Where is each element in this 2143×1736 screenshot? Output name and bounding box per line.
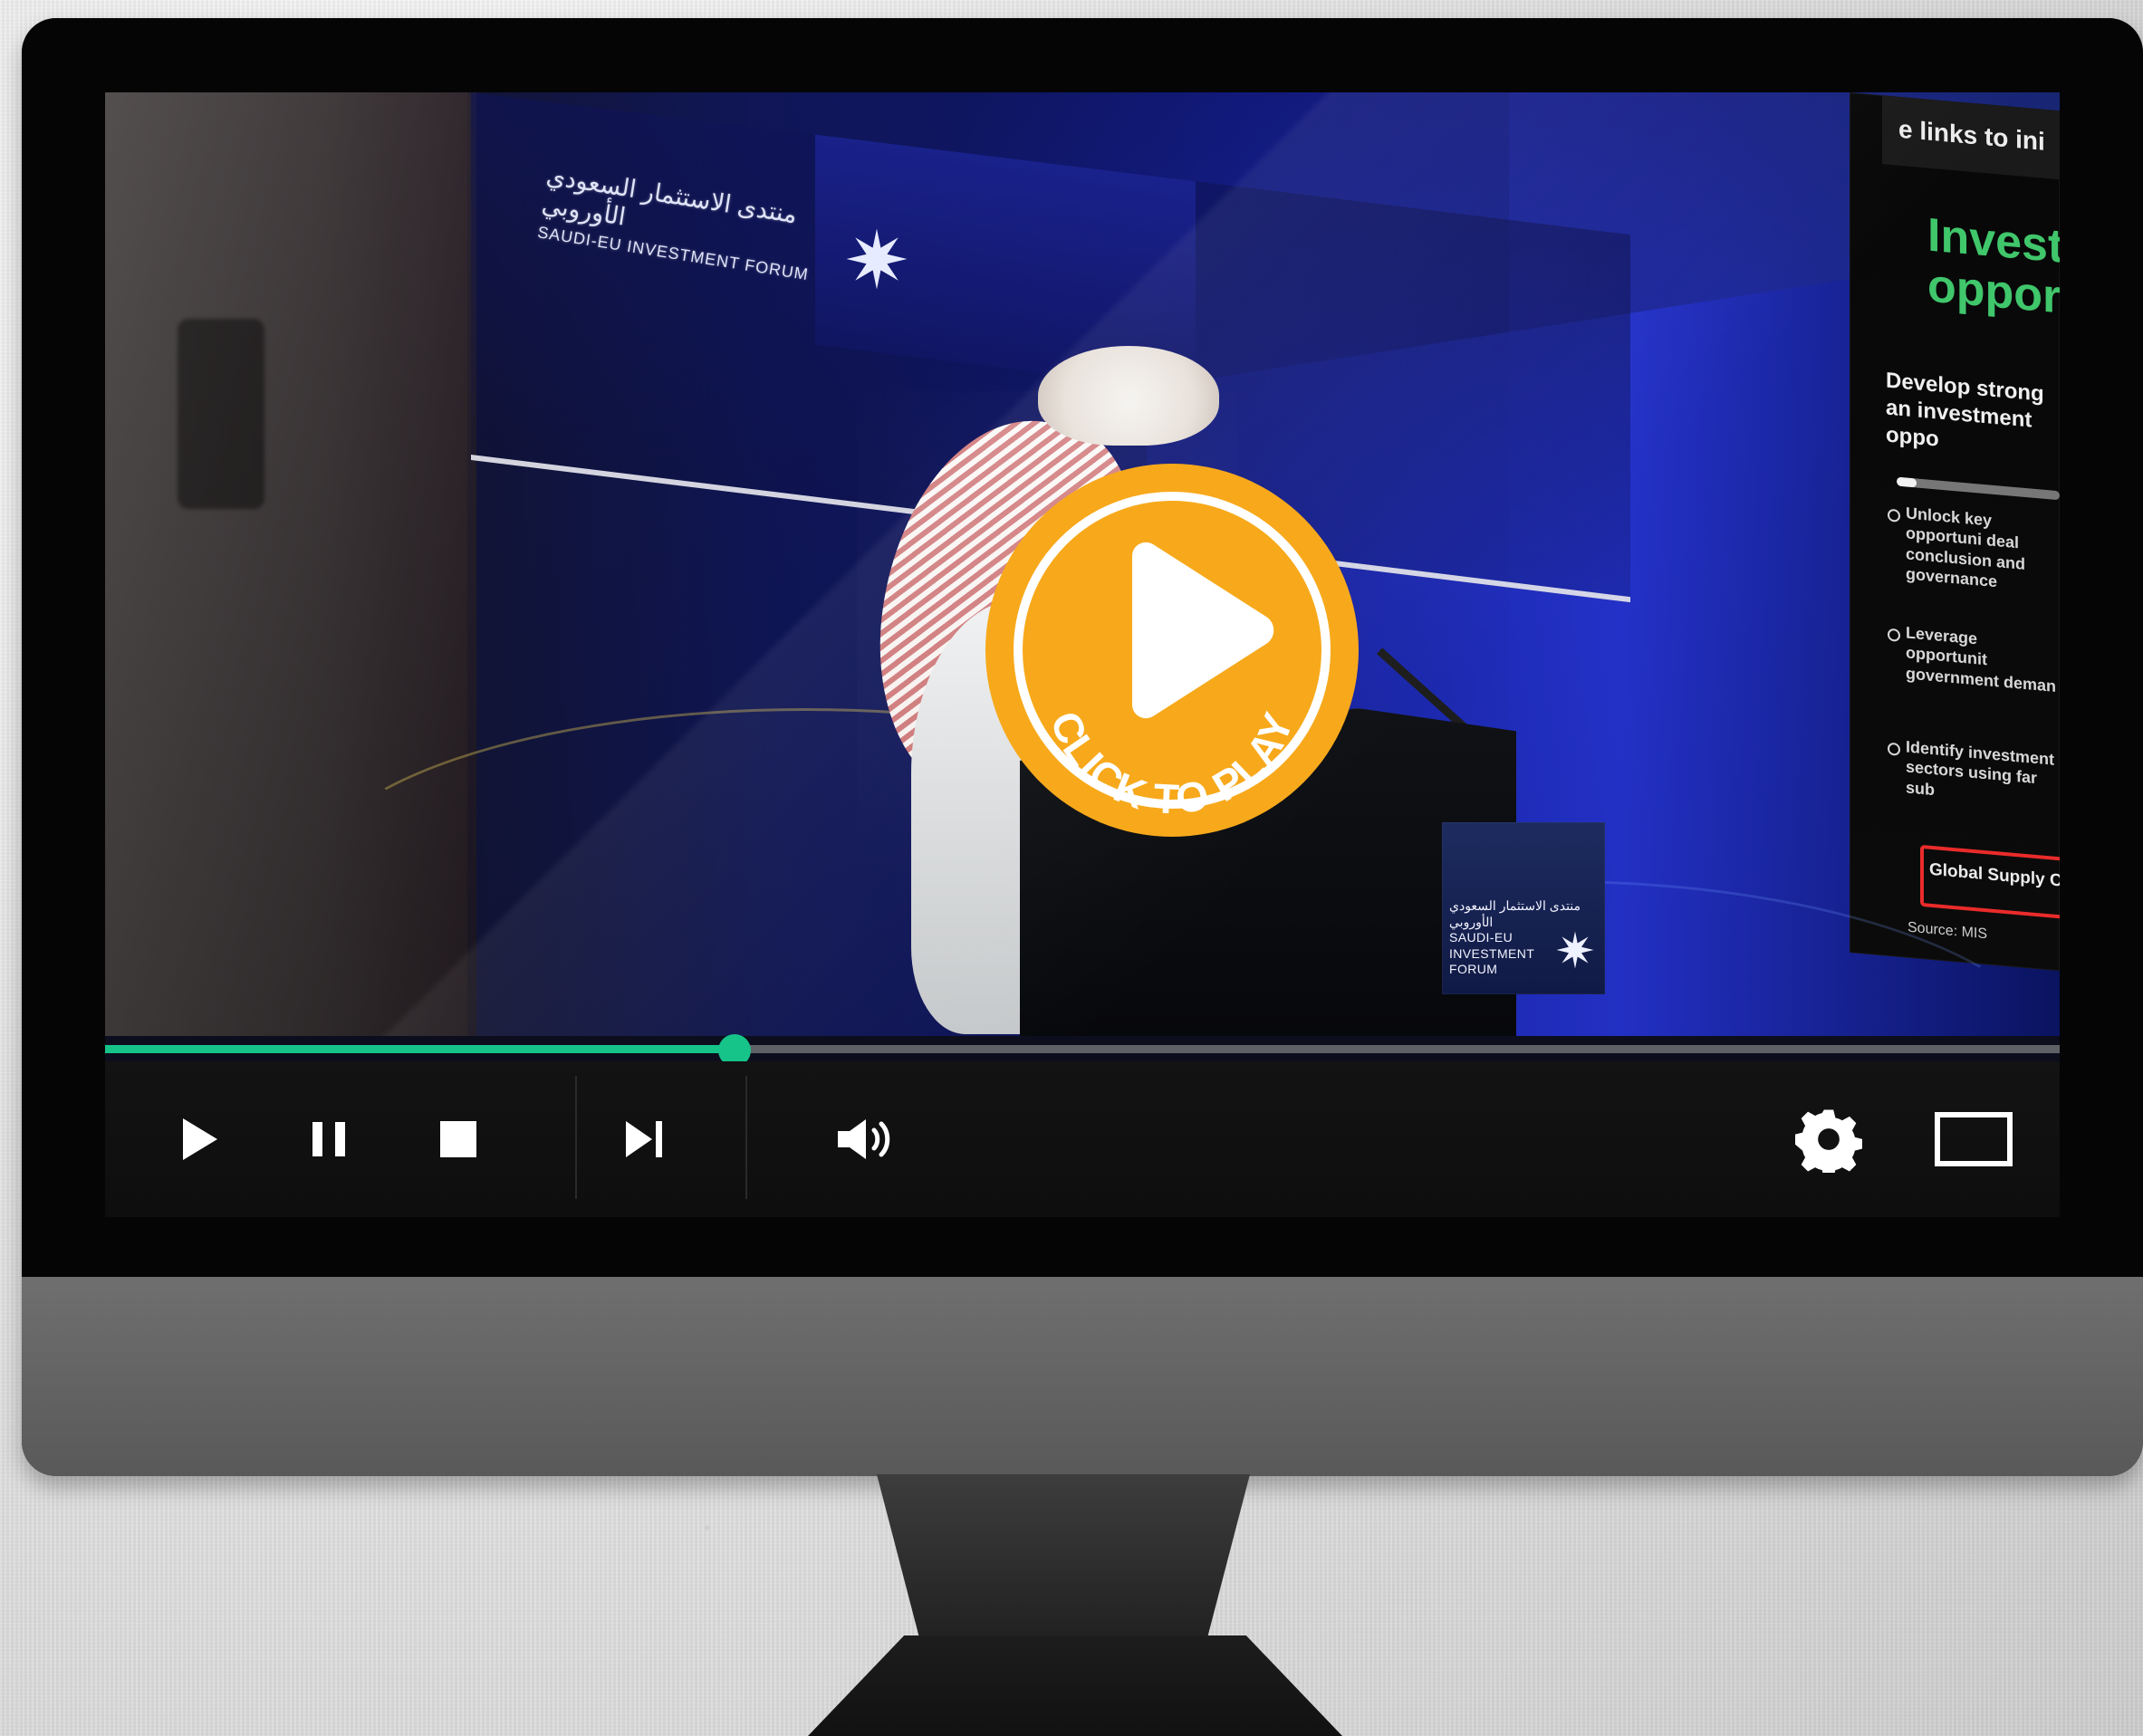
play-icon xyxy=(183,1118,217,1160)
settings-button[interactable] xyxy=(1770,1061,1888,1217)
stop-icon xyxy=(440,1121,476,1157)
slide-heading: Investr opport xyxy=(1927,209,2060,326)
slide-bullet-icon xyxy=(1888,628,1900,642)
monitor-stand-base xyxy=(808,1635,1342,1736)
controls-divider xyxy=(575,1076,577,1199)
slide-bullet-icon xyxy=(1888,508,1900,523)
slide-bullet-text: Identify investment sectors using far su… xyxy=(1906,737,2055,799)
play-overlay-icon: CLICK TO PLAY xyxy=(985,464,1359,837)
slide-body: Develop strong an investment oppo xyxy=(1886,368,2044,452)
stop-button[interactable] xyxy=(418,1061,498,1217)
video-player-screen: منتدى الاستثمار السعودي الأوروبي SAUDI-E… xyxy=(105,92,2060,1217)
monitor-stand xyxy=(808,1474,1342,1736)
player-controls xyxy=(105,1061,2060,1217)
fullscreen-icon xyxy=(1935,1112,2013,1166)
slide-heading-line-2: opport xyxy=(1927,259,2060,326)
wall-shadow xyxy=(178,319,264,509)
speaker-head xyxy=(1038,346,1219,446)
video-frame: منتدى الاستثمار السعودي الأوروبي SAUDI-E… xyxy=(105,92,2060,1036)
forum-logo-icon xyxy=(846,228,908,290)
video-progress[interactable] xyxy=(105,1034,2060,1067)
podium-logo-icon xyxy=(1556,931,1594,969)
slide-bullet-text: Unlock key opportuni deal conclusion and… xyxy=(1906,504,2026,591)
next-track-button[interactable] xyxy=(601,1061,688,1217)
volume-icon xyxy=(838,1119,890,1159)
progress-fill xyxy=(105,1045,735,1053)
monitor-frame: منتدى الاستثمار السعودي الأوروبي SAUDI-E… xyxy=(22,18,2143,1476)
progress-track[interactable] xyxy=(105,1034,2060,1067)
slide-progress-fill xyxy=(1897,476,1917,488)
computer-monitor: منتدى الاستثمار السعودي الأوروبي SAUDI-E… xyxy=(22,18,2143,1476)
pause-button[interactable] xyxy=(288,1061,370,1217)
gear-icon xyxy=(1795,1109,1862,1173)
next-track-icon xyxy=(626,1121,662,1157)
play-button[interactable] xyxy=(161,1061,239,1217)
slide-bullet-icon xyxy=(1888,742,1900,756)
pause-icon xyxy=(312,1122,345,1156)
slide-bullet-text: Leverage opportunit government deman xyxy=(1906,623,2057,695)
volume-button[interactable] xyxy=(812,1061,920,1217)
slide-progress xyxy=(1897,476,2060,501)
fullscreen-button[interactable] xyxy=(1920,1061,2027,1217)
controls-divider xyxy=(745,1076,747,1199)
monitor-chin xyxy=(22,1277,2143,1476)
presentation-slide: e links to ini Investr opport Develop st… xyxy=(1850,92,2060,972)
click-to-play-button[interactable]: CLICK TO PLAY xyxy=(978,456,1366,844)
monitor-stand-neck xyxy=(877,1474,1250,1646)
